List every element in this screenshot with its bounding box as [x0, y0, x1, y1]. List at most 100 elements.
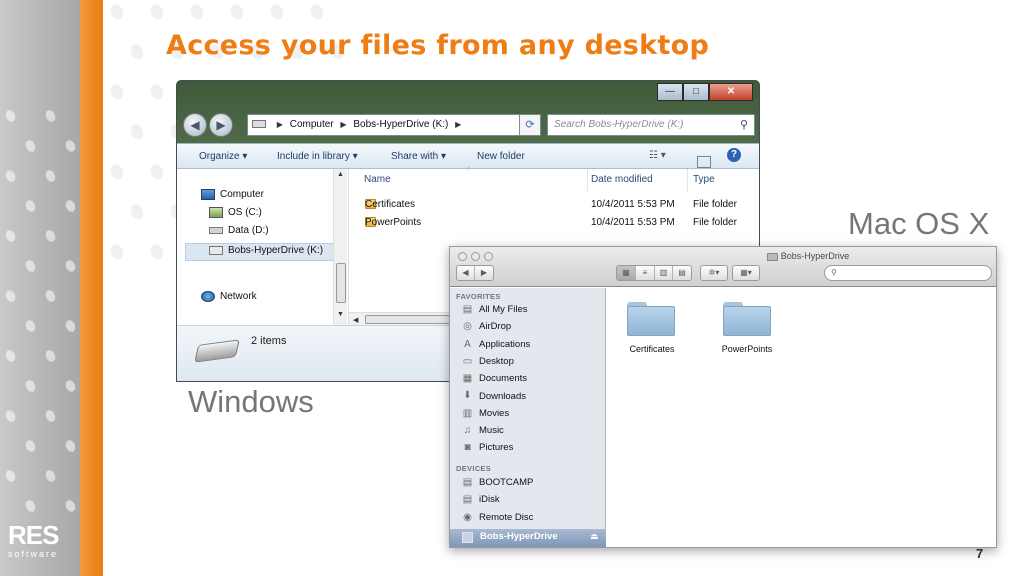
view-mode-control: ▦ ≡ ▥ ▤	[616, 265, 692, 281]
breadcrumb-computer[interactable]: Computer	[290, 119, 334, 130]
column-separator	[587, 169, 588, 191]
sidebar-item-music[interactable]: ♫ Music	[462, 424, 602, 440]
folder-icon	[723, 306, 771, 336]
scrollbar-thumb[interactable]	[336, 263, 346, 303]
sidebar-item-remote-disc[interactable]: ◉ Remote Disc	[462, 511, 602, 527]
maximize-button[interactable]: □	[683, 83, 709, 101]
scroll-down-icon[interactable]: ▼	[337, 311, 344, 318]
navigation-pane: Computer OS (C:) Data (D:) Bobs-HyperDri…	[177, 169, 349, 325]
refresh-button[interactable]: ⟳	[519, 114, 541, 136]
decor-dot	[3, 348, 18, 364]
forward-button[interactable]: ▶	[475, 266, 493, 280]
drive-icon	[209, 245, 223, 255]
organize-button[interactable]: Organize ▾	[199, 151, 247, 162]
close-button[interactable]: ✕	[709, 83, 753, 101]
minimize-button[interactable]: —	[657, 83, 683, 101]
sidebar-item-documents[interactable]: ▦ Documents	[462, 372, 602, 388]
applications-icon: A	[464, 338, 471, 350]
search-input[interactable]: ⚲	[824, 265, 992, 281]
nav-item-computer[interactable]: Computer	[201, 189, 264, 200]
sidebar-item-label: Desktop	[479, 355, 514, 367]
eject-icon[interactable]: ⏏	[590, 531, 599, 542]
disk-icon: ▤	[462, 476, 473, 488]
arrange-icon[interactable]: ▦▾	[733, 266, 759, 280]
drive-icon	[209, 226, 223, 234]
airdrop-icon: ◎	[463, 321, 472, 333]
back-button[interactable]: ◀	[457, 266, 475, 280]
decor-dot	[43, 288, 58, 304]
column-header-name[interactable]: Name	[364, 174, 391, 185]
sidebar-item-label: Downloads	[479, 390, 526, 402]
view-options-icon[interactable]: ☷ ▾	[649, 150, 666, 161]
search-input[interactable]: Search Bobs-HyperDrive (K:) ⚲	[547, 114, 755, 136]
nav-item-bobs-hyperdrive[interactable]: Bobs-HyperDrive (K:)	[209, 245, 323, 256]
search-icon: ⚲	[831, 268, 837, 277]
decor-dot	[23, 438, 38, 454]
folder-label: Certificates	[629, 344, 675, 354]
decor-dot	[43, 168, 58, 184]
file-type: File folder	[693, 199, 737, 210]
list-view-icon[interactable]: ≡	[636, 266, 655, 280]
breadcrumb-separator-icon: ▶	[276, 120, 283, 129]
folder-item-certificates[interactable]	[627, 302, 675, 336]
decor-dot	[23, 498, 38, 514]
sidebar-item-applications[interactable]: A Applications	[462, 338, 602, 354]
search-icon[interactable]: ⚲	[740, 115, 748, 135]
decor-dot	[148, 82, 166, 102]
nav-scrollbar[interactable]: ▲ ▼	[333, 169, 347, 325]
nav-label: Data (D:)	[228, 225, 269, 236]
nav-item-data-d[interactable]: Data (D:)	[209, 225, 269, 236]
decor-dot	[23, 318, 38, 334]
decor-dot	[148, 162, 166, 182]
column-separator	[687, 169, 688, 191]
sidebar-item-all-my-files[interactable]: ▤ All My Files	[462, 303, 602, 319]
scroll-up-icon[interactable]: ▲	[337, 171, 344, 178]
gear-icon[interactable]: ✲▾	[701, 266, 727, 280]
new-folder-button[interactable]: New folder	[477, 151, 525, 162]
nav-item-network[interactable]: Network	[201, 291, 257, 302]
back-button[interactable]: ◀	[183, 113, 207, 137]
drive-icon	[194, 339, 240, 363]
cover-flow-icon[interactable]: ▤	[673, 266, 691, 280]
sidebar-item-label: All My Files	[479, 304, 528, 315]
drive-icon	[209, 207, 223, 218]
breadcrumb-separator-icon: ▶	[340, 120, 347, 129]
folder-item-powerpoints[interactable]	[723, 302, 771, 336]
windows-label: Windows	[188, 384, 314, 419]
decor-dot	[23, 198, 38, 214]
decor-dot	[23, 258, 38, 274]
help-icon[interactable]: ?	[727, 148, 741, 162]
sidebar-item-downloads[interactable]: ⬇ Downloads	[462, 390, 602, 406]
scroll-left-icon[interactable]: ◀	[353, 316, 358, 324]
idisk-icon: ▤	[462, 494, 473, 506]
sidebar-item-label: AirDrop	[479, 321, 512, 333]
sidebar-item-bootcamp[interactable]: ▤ BOOTCAMP	[462, 476, 602, 492]
decor-dot	[108, 2, 126, 22]
decor-dot	[43, 408, 58, 424]
decor-dot	[3, 228, 18, 244]
breadcrumb-drive[interactable]: Bobs-HyperDrive (K:)	[353, 119, 448, 130]
decor-dot	[308, 2, 326, 22]
sidebar-item-pictures[interactable]: ◙ Pictures	[462, 441, 602, 457]
sidebar-item-bobs-hyperdrive[interactable]: Bobs-HyperDrive ⏏	[450, 529, 606, 547]
action-menu: ✲▾	[700, 265, 728, 281]
nav-item-os-c[interactable]: OS (C:)	[209, 207, 262, 218]
include-in-library-button[interactable]: Include in library ▾	[277, 151, 358, 162]
folder-label: PowerPoints	[721, 344, 773, 354]
column-header-type[interactable]: Type	[693, 174, 715, 185]
remote-disc-icon: ◉	[463, 511, 472, 523]
sidebar-item-label: Documents	[479, 373, 528, 385]
decor-dot	[63, 438, 78, 454]
sidebar-item-idisk[interactable]: ▤ iDisk	[462, 493, 602, 509]
sidebar-item-movies[interactable]: ▥ Movies	[462, 407, 602, 423]
movies-icon: ▥	[462, 407, 473, 419]
column-header-date[interactable]: Date modified	[591, 174, 653, 185]
sidebar-item-airdrop[interactable]: ◎ AirDrop	[462, 320, 602, 336]
icon-view-icon[interactable]: ▦	[617, 266, 636, 280]
column-view-icon[interactable]: ▥	[655, 266, 673, 280]
address-bar[interactable]: ▶ Computer ▶ Bobs-HyperDrive (K:) ▶ ▼	[247, 114, 539, 136]
devices-header: DEVICES	[456, 464, 492, 473]
share-with-button[interactable]: Share with ▾	[391, 151, 446, 162]
sidebar-item-desktop[interactable]: ▭ Desktop	[462, 355, 602, 371]
forward-button[interactable]: ▶	[209, 113, 233, 137]
